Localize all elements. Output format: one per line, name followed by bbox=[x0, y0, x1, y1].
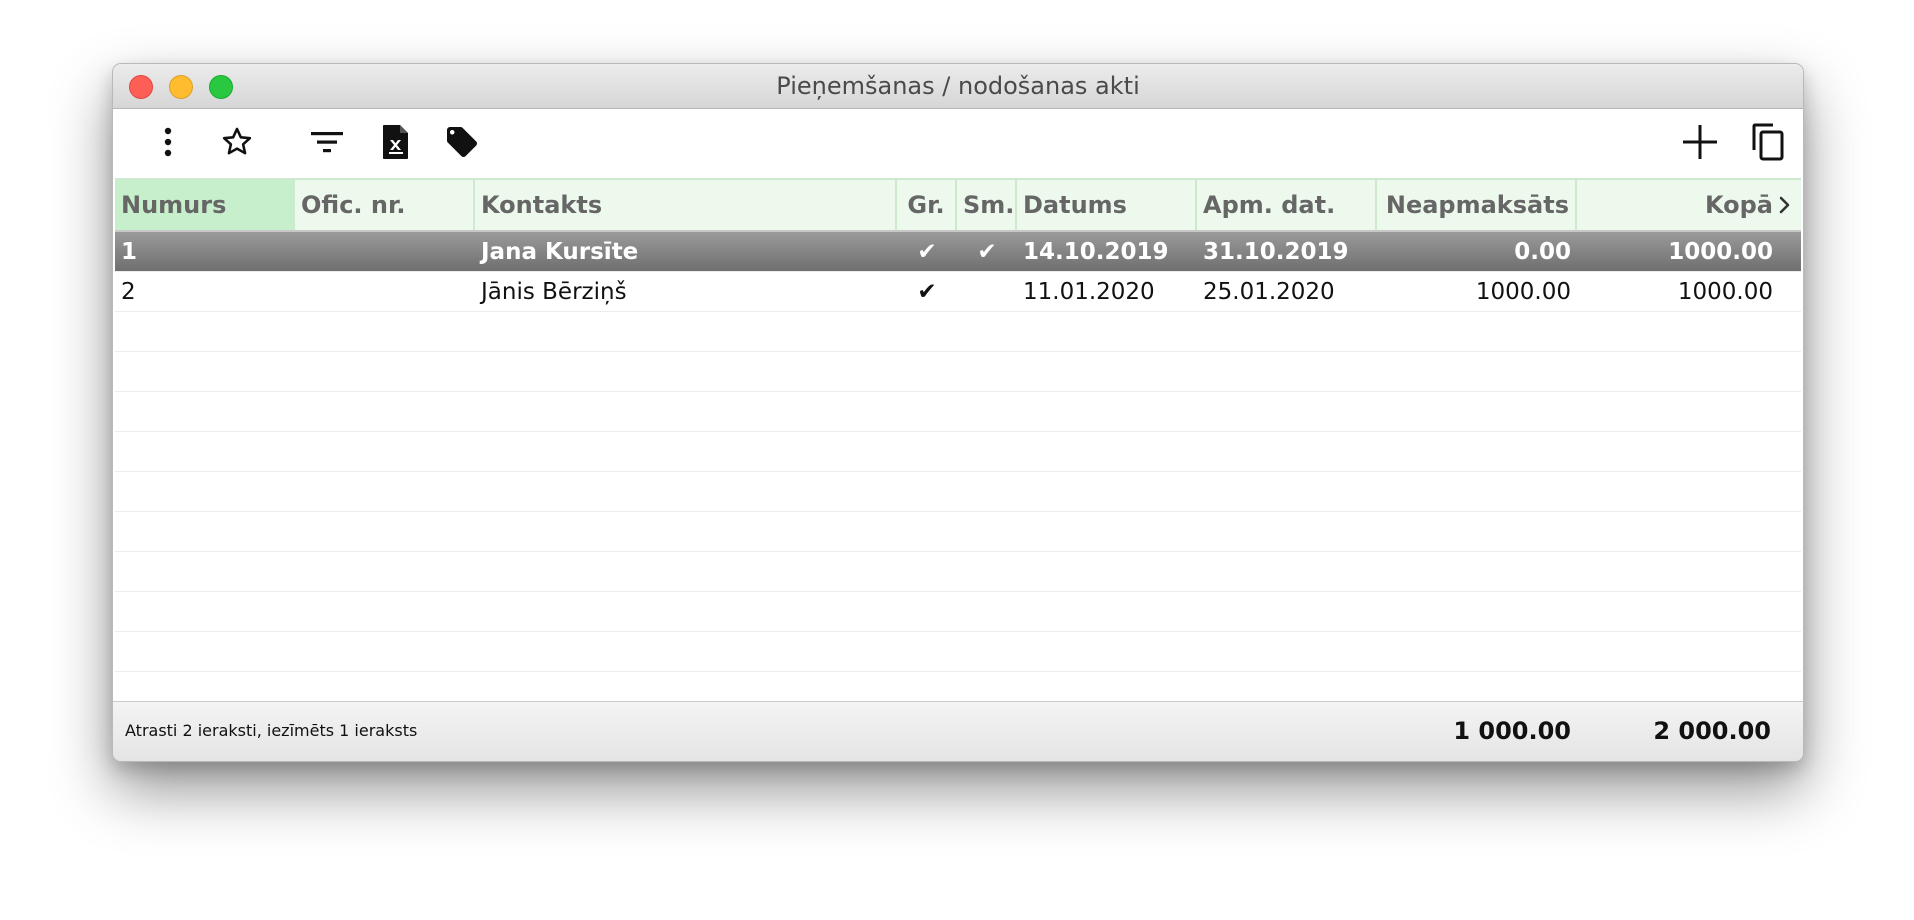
tag-icon bbox=[444, 124, 480, 160]
column-header-kopa-label: Kopā bbox=[1704, 191, 1773, 219]
empty-row bbox=[115, 432, 1801, 472]
column-header-neapmaksats[interactable]: Neapmaksāts bbox=[1377, 180, 1577, 230]
document-excel-icon bbox=[382, 124, 410, 160]
empty-row bbox=[115, 472, 1801, 512]
cell-neapmaksats: 0.00 bbox=[1514, 239, 1571, 265]
toolbar bbox=[113, 109, 1803, 179]
filter-button[interactable] bbox=[304, 119, 350, 165]
empty-row bbox=[115, 392, 1801, 432]
total-kopa: 2 000.00 bbox=[1653, 717, 1771, 745]
total-neapmaksats: 1 000.00 bbox=[1453, 717, 1571, 745]
cell-kontakts: Jana Kursīte bbox=[481, 239, 639, 265]
record-count-status: Atrasti 2 ieraksti, iezīmēts 1 ieraksts bbox=[125, 721, 418, 740]
table-row[interactable]: 1 Jana Kursīte ✔ ✔ 14.10.2019 31.10.2019… bbox=[115, 232, 1801, 272]
star-icon bbox=[220, 125, 254, 159]
cell-kopa: 1000.00 bbox=[1677, 279, 1773, 305]
table-row[interactable]: 2 Jānis Bērziņš ✔ 11.01.2020 25.01.2020 … bbox=[115, 272, 1801, 312]
copy-button[interactable] bbox=[1745, 119, 1791, 165]
table-header: Numurs Ofic. nr. Kontakts Gr. Sm. Datums… bbox=[115, 178, 1801, 232]
filter-icon bbox=[311, 129, 343, 155]
cell-ofic-nr bbox=[295, 232, 475, 272]
empty-row bbox=[115, 632, 1801, 672]
column-header-apm-dat[interactable]: Apm. dat. bbox=[1197, 180, 1377, 230]
cell-numurs: 2 bbox=[121, 279, 136, 305]
column-header-kopa[interactable]: Kopā bbox=[1577, 180, 1801, 230]
empty-row bbox=[115, 552, 1801, 592]
empty-row bbox=[115, 512, 1801, 552]
cell-kontakts: Jānis Bērziņš bbox=[481, 279, 627, 305]
main-window: Pieņemšanas / nodošanas akti Numurs Ofic… bbox=[112, 63, 1804, 762]
cell-apm-dat: 25.01.2020 bbox=[1203, 279, 1335, 305]
add-button[interactable] bbox=[1677, 119, 1723, 165]
tags-button[interactable] bbox=[439, 119, 485, 165]
cell-datums: 11.01.2020 bbox=[1023, 279, 1155, 305]
column-header-kontakts[interactable]: Kontakts bbox=[475, 180, 897, 230]
column-header-datums[interactable]: Datums bbox=[1017, 180, 1197, 230]
column-header-ofic-nr[interactable]: Ofic. nr. bbox=[295, 180, 475, 230]
empty-row bbox=[115, 592, 1801, 632]
titlebar[interactable]: Pieņemšanas / nodošanas akti bbox=[113, 64, 1803, 109]
more-menu-button[interactable] bbox=[145, 119, 191, 165]
cell-kopa: 1000.00 bbox=[1668, 239, 1773, 265]
export-excel-button[interactable] bbox=[373, 119, 419, 165]
cell-gr-checkmark: ✔ bbox=[917, 279, 937, 305]
add-icon bbox=[1682, 124, 1718, 160]
cell-neapmaksats: 1000.00 bbox=[1475, 279, 1571, 305]
window-title: Pieņemšanas / nodošanas akti bbox=[776, 72, 1140, 100]
column-header-numurs[interactable]: Numurs bbox=[115, 180, 295, 230]
more-vertical-icon bbox=[162, 125, 174, 159]
cell-gr-checkmark: ✔ bbox=[917, 239, 937, 265]
cell-sm-checkmark bbox=[957, 272, 1017, 312]
empty-row bbox=[115, 352, 1801, 392]
cell-datums: 14.10.2019 bbox=[1023, 239, 1169, 265]
empty-row bbox=[115, 312, 1801, 352]
chevron-right-icon[interactable] bbox=[1779, 180, 1791, 230]
favorites-button[interactable] bbox=[214, 119, 260, 165]
cell-numurs: 1 bbox=[121, 239, 138, 265]
column-header-gr[interactable]: Gr. bbox=[897, 180, 957, 230]
column-header-sm[interactable]: Sm. bbox=[957, 180, 1017, 230]
cell-apm-dat: 31.10.2019 bbox=[1203, 239, 1349, 265]
cell-ofic-nr bbox=[295, 272, 475, 312]
copy-icon bbox=[1751, 123, 1785, 161]
cell-sm-checkmark: ✔ bbox=[977, 239, 997, 265]
status-bar: Atrasti 2 ieraksti, iezīmēts 1 ieraksts … bbox=[113, 701, 1803, 761]
